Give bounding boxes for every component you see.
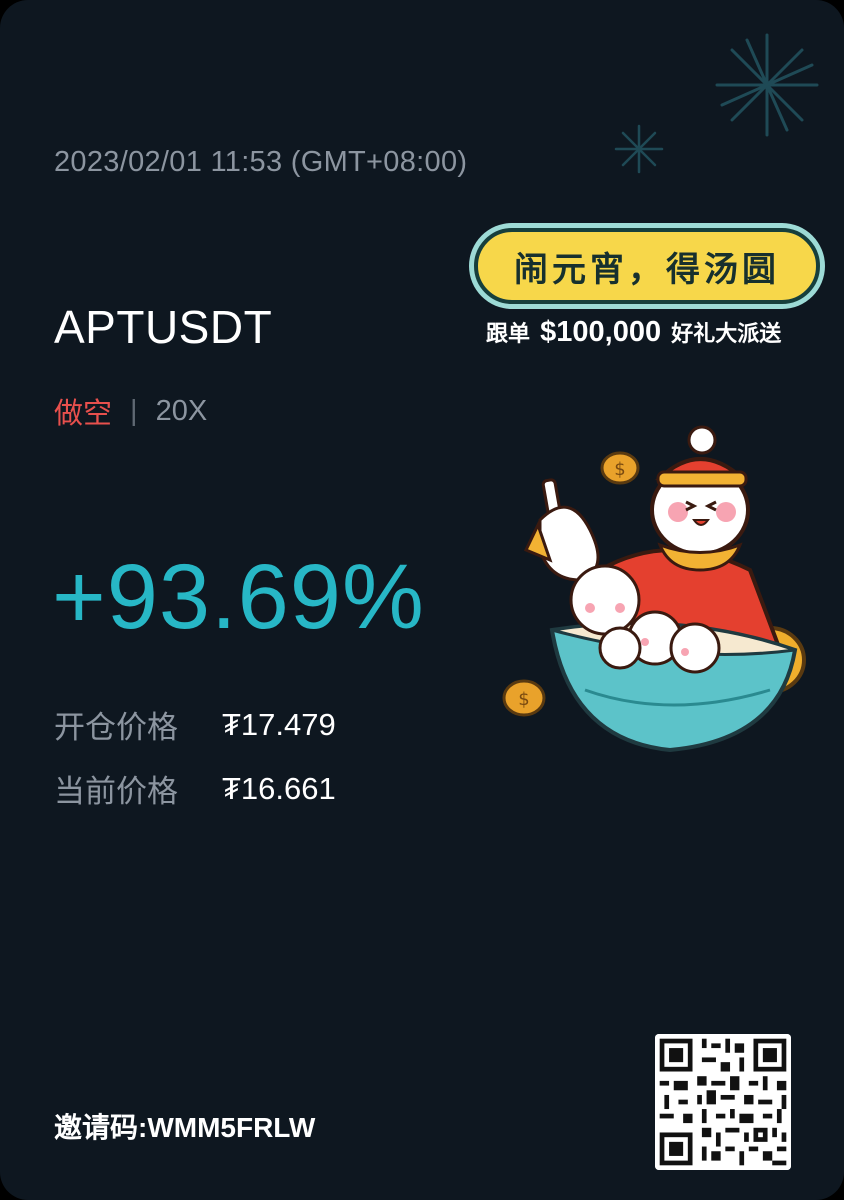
firework-icon (614, 124, 664, 174)
current-price-label: 当前价格 (54, 774, 178, 809)
firework-icon (715, 33, 819, 137)
promo-subtitle-prefix: 跟单 (486, 321, 531, 346)
position-side: 做空 (54, 398, 113, 430)
divider: | (130, 394, 138, 427)
share-card: 2023/02/01 11:53 (GMT+08:00) 闹元宵，得汤圆 跟单 … (0, 0, 844, 1200)
entry-price-value: ₮17.479 (222, 706, 336, 742)
coin-icon: $ (502, 679, 546, 717)
svg-text:$: $ (518, 689, 529, 710)
promo-amount: $100,000 (540, 316, 662, 348)
qr-code[interactable] (655, 1034, 791, 1170)
leverage: 20X (155, 394, 208, 427)
current-price-row: 当前价格 ₮16.661 (54, 766, 336, 811)
entry-price-row: 开仓价格 ₮17.479 (54, 702, 336, 747)
timestamp: 2023/02/01 11:53 (GMT+08:00) (54, 146, 468, 178)
promo-subtitle: 跟单 $100,000 好礼大派送 (486, 316, 781, 349)
roi-percentage: +93.69% (52, 546, 425, 648)
trading-pair: APTUSDT (54, 301, 273, 353)
promo-title: 闹元宵，得汤圆 (514, 250, 780, 289)
current-price-value: ₮16.661 (222, 770, 336, 806)
promo-banner: 闹元宵，得汤圆 (474, 228, 820, 304)
entry-price-label: 开仓价格 (54, 710, 178, 745)
position-info: 做空 | 20X (54, 390, 207, 432)
svg-text:$: $ (614, 459, 625, 480)
coin-icon: $ (600, 451, 640, 485)
invite-code: 邀请码:WMM5FRLW (54, 1112, 316, 1143)
promo-subtitle-suffix: 好礼大派送 (671, 321, 782, 346)
rabbit-illustration: $ $ $ (502, 425, 806, 753)
